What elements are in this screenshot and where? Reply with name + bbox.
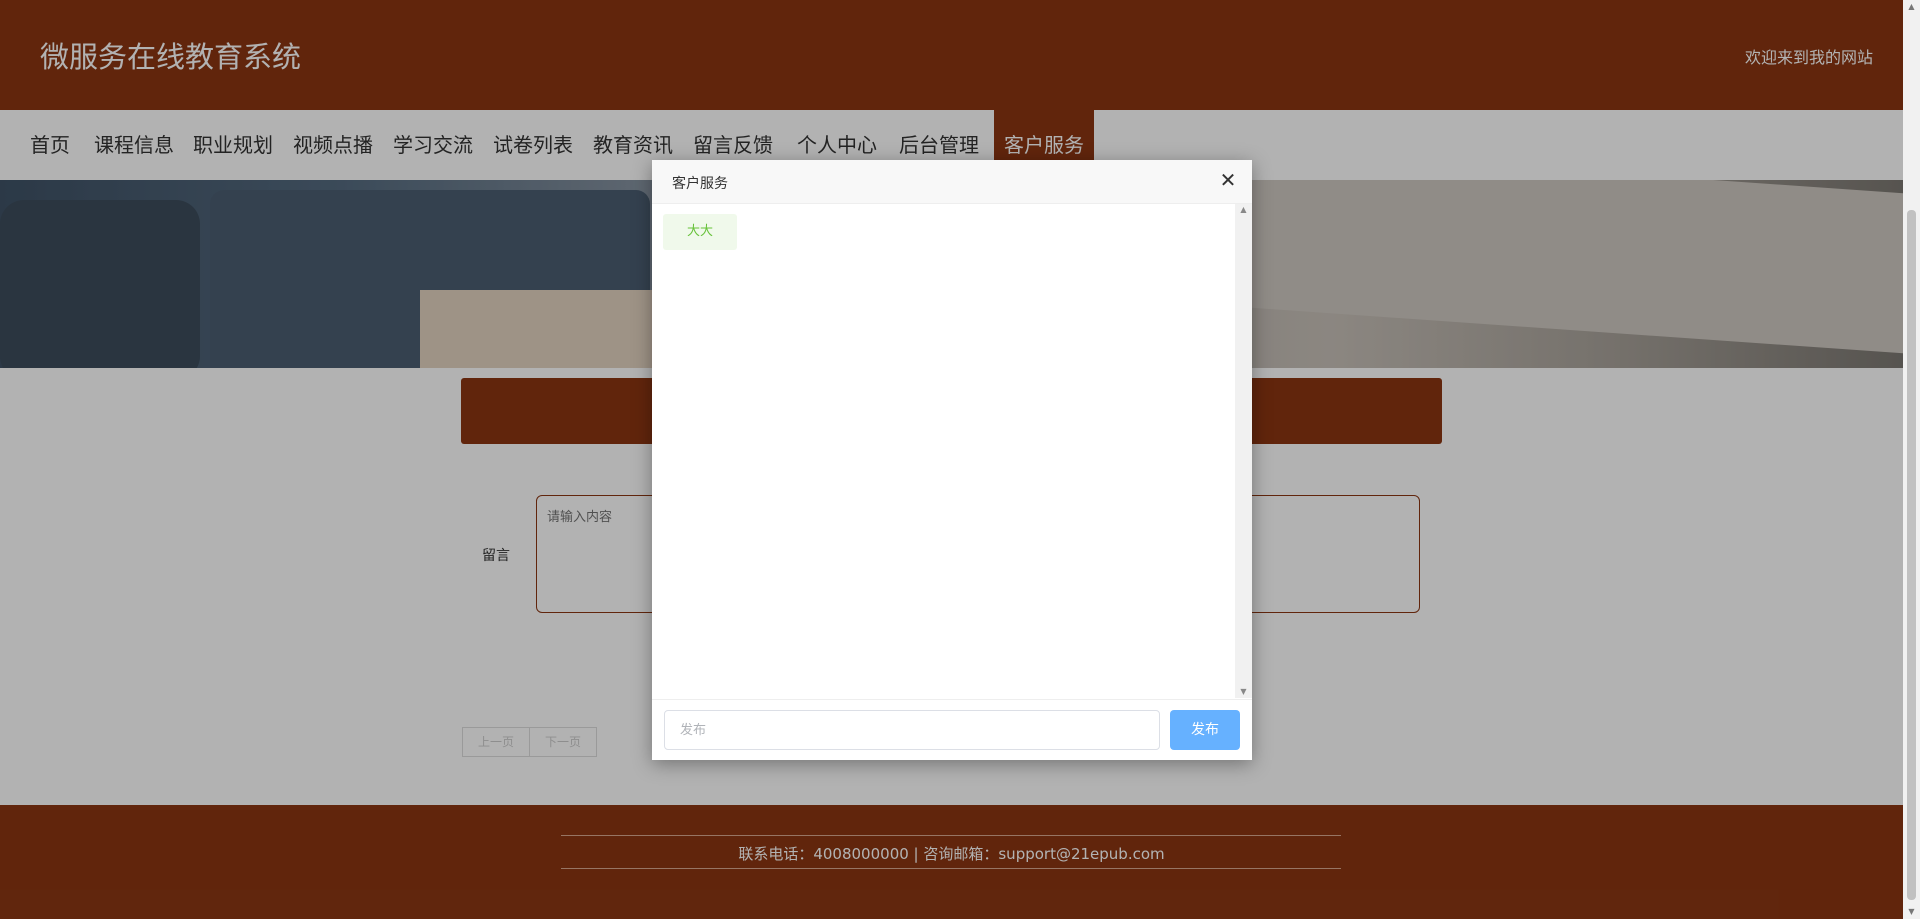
chat-scroll-down-icon[interactable]: ▼	[1235, 686, 1252, 698]
close-icon[interactable]: ✕	[1218, 170, 1238, 190]
chat-message-area: 大大	[652, 204, 1235, 698]
scroll-down-arrow-icon[interactable]: ▼	[1903, 905, 1920, 919]
chat-scroll-up-icon[interactable]: ▲	[1235, 204, 1252, 216]
dialog-footer: 发布	[652, 699, 1252, 761]
scroll-up-arrow-icon[interactable]: ▲	[1903, 0, 1920, 14]
chat-scrollbar[interactable]: ▲ ▼	[1235, 204, 1252, 698]
chat-message-bubble: 大大	[663, 214, 737, 250]
dialog-title: 客户服务	[672, 176, 728, 192]
page-scrollbar-thumb[interactable]	[1907, 210, 1916, 900]
page-scrollbar[interactable]: ▲ ▼	[1903, 0, 1920, 919]
customer-service-dialog: 客户服务 ✕ 大大 ▲ ▼ 发布	[652, 160, 1252, 760]
publish-button[interactable]: 发布	[1170, 710, 1240, 750]
dialog-header: 客户服务 ✕	[652, 160, 1252, 204]
chat-input[interactable]	[664, 710, 1160, 750]
